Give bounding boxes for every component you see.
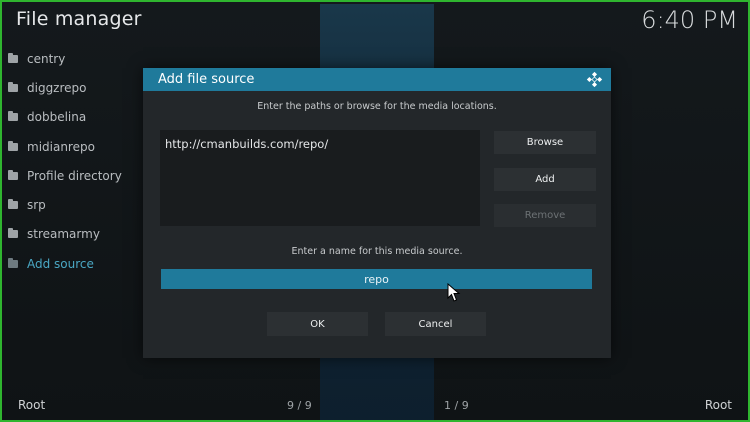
list-item[interactable]: streamarmy (8, 220, 138, 249)
folder-icon (8, 228, 18, 239)
footer-root-right: Root (704, 398, 732, 412)
dialog-title: Add file source (158, 72, 255, 87)
list-item-label: midianrepo (27, 139, 95, 154)
add-button[interactable]: Add (494, 168, 596, 191)
app-title: File manager (16, 8, 142, 30)
source-name-input[interactable]: repo (161, 269, 592, 289)
clock: 6:40 PM (641, 6, 738, 34)
screen-frame: File manager 6:40 PM centry diggzrepo do… (0, 0, 750, 422)
footer-root-left: Root (18, 398, 46, 412)
dialog-instructions: Enter the paths or browse for the media … (257, 101, 497, 112)
list-item-label: srp (27, 198, 46, 213)
list-item[interactable]: srp (8, 190, 138, 219)
list-item-label: Add source (27, 256, 94, 271)
folder-icon (8, 199, 18, 210)
kodi-logo-icon (586, 71, 603, 88)
source-list: centry diggzrepo dobbelina midianrepo Pr… (8, 44, 138, 278)
list-item[interactable]: diggzrepo (8, 73, 138, 102)
mouse-pointer-icon (447, 283, 461, 302)
remove-button[interactable]: Remove (494, 204, 596, 227)
footer-count-right: 1 / 9 (444, 399, 469, 412)
list-item[interactable]: dobbelina (8, 103, 138, 132)
folder-icon (8, 111, 18, 122)
list-item[interactable]: Profile directory (8, 161, 138, 190)
add-source-item[interactable]: Add source (8, 249, 138, 278)
list-item-label: streamarmy (27, 227, 100, 242)
folder-icon (8, 140, 18, 151)
folder-icon (8, 169, 18, 180)
source-name-label: Enter a name for this media source. (291, 246, 463, 257)
list-item-label: Profile directory (27, 168, 122, 183)
source-path-item[interactable]: http://cmanbuilds.com/repo/ (165, 137, 328, 151)
list-item-label: centry (27, 51, 66, 66)
dialog-header: Add file source (143, 68, 611, 91)
browse-button[interactable]: Browse (494, 131, 596, 154)
folder-icon (8, 52, 18, 63)
footer-count-left: 9 / 9 (287, 399, 312, 412)
folder-icon (8, 81, 18, 92)
list-item-label: diggzrepo (27, 80, 87, 95)
source-path-list[interactable]: http://cmanbuilds.com/repo/ (160, 130, 480, 226)
ok-button[interactable]: OK (267, 312, 368, 336)
list-item[interactable]: midianrepo (8, 132, 138, 161)
list-item-label: dobbelina (27, 110, 87, 125)
add-file-source-dialog: Add file source Enter the paths or brows… (143, 68, 611, 358)
cancel-button[interactable]: Cancel (385, 312, 486, 336)
folder-icon (8, 257, 18, 268)
list-item[interactable]: centry (8, 44, 138, 73)
